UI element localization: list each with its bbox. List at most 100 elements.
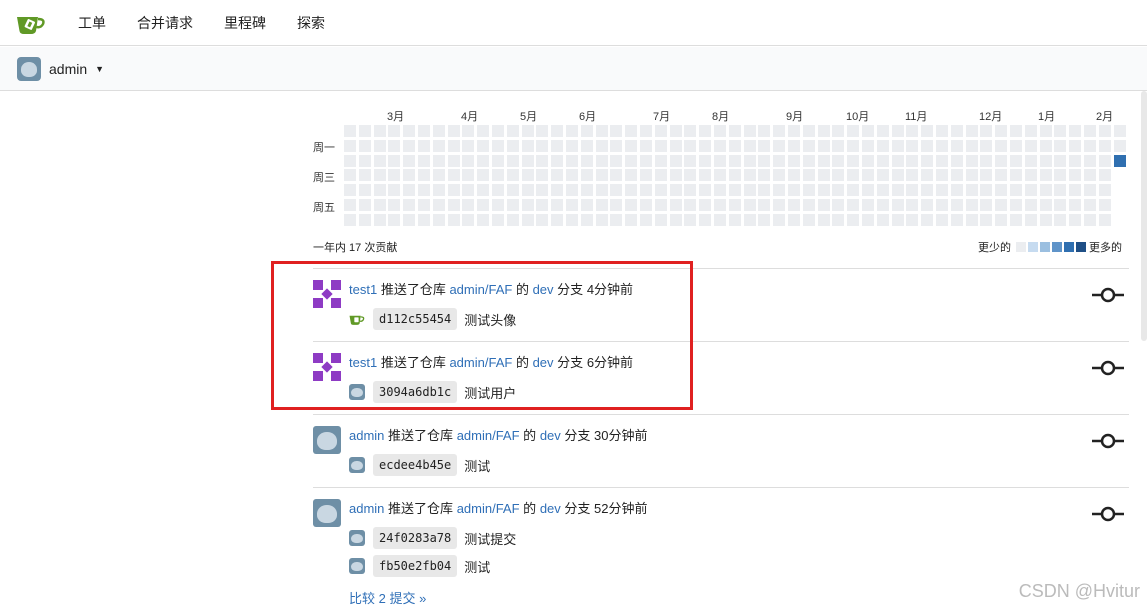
heatmap-cell[interactable] xyxy=(1084,154,1096,167)
heatmap-cell[interactable] xyxy=(1084,199,1096,211)
heatmap-cell[interactable] xyxy=(788,139,800,152)
heatmap-cell[interactable] xyxy=(862,125,874,137)
heatmap-cell[interactable] xyxy=(714,139,726,152)
heatmap-cell[interactable] xyxy=(403,154,416,167)
heatmap-cell[interactable] xyxy=(506,139,519,152)
heatmap-cell[interactable] xyxy=(1039,125,1052,137)
heatmap-cell[interactable] xyxy=(817,154,830,167)
heatmap-cell[interactable] xyxy=(358,139,371,152)
heatmap-cell[interactable] xyxy=(625,184,638,197)
gitea-logo-icon[interactable] xyxy=(16,11,46,35)
heatmap-cell[interactable] xyxy=(551,154,564,167)
heatmap-cell[interactable] xyxy=(432,169,445,182)
heatmap-cell[interactable] xyxy=(373,199,386,211)
heatmap-cell[interactable] xyxy=(965,184,978,197)
heatmap-cell[interactable] xyxy=(773,154,786,167)
heatmap-cell[interactable] xyxy=(595,169,608,182)
user-link[interactable]: test1 xyxy=(349,355,377,370)
heatmap-cell[interactable] xyxy=(684,184,697,197)
heatmap-cell[interactable] xyxy=(388,213,401,226)
heatmap-cell[interactable] xyxy=(876,154,889,167)
repo-link[interactable]: admin/FAF xyxy=(457,501,520,516)
heatmap-cell[interactable] xyxy=(477,199,490,211)
heatmap-cell[interactable] xyxy=(418,139,430,152)
heatmap-cell[interactable] xyxy=(1098,139,1111,152)
heatmap-cell[interactable] xyxy=(566,199,578,211)
heatmap-cell[interactable] xyxy=(1069,125,1082,137)
heatmap-cell[interactable] xyxy=(921,213,934,226)
heatmap-cell[interactable] xyxy=(595,154,608,167)
heatmap-cell[interactable] xyxy=(418,125,430,137)
heatmap-cell[interactable] xyxy=(595,125,608,137)
heatmap-cell[interactable] xyxy=(506,199,519,211)
heatmap-cell[interactable] xyxy=(891,154,904,167)
heatmap-cell[interactable] xyxy=(832,169,845,182)
heatmap-cell[interactable] xyxy=(965,169,978,182)
heatmap-cell[interactable] xyxy=(358,154,371,167)
heatmap-cell[interactable] xyxy=(980,199,993,211)
heatmap-cell[interactable] xyxy=(1054,154,1067,167)
heatmap-cell[interactable] xyxy=(640,184,652,197)
heatmap-cell[interactable] xyxy=(536,169,549,182)
heatmap-cell[interactable] xyxy=(847,154,860,167)
commit-sha-link[interactable]: 24f0283a78 xyxy=(373,527,458,549)
heatmap-cell[interactable] xyxy=(995,169,1008,182)
heatmap-cell[interactable] xyxy=(610,213,623,226)
heatmap-cell[interactable] xyxy=(714,213,726,226)
heatmap-cell[interactable] xyxy=(699,125,712,137)
heatmap-cell[interactable] xyxy=(625,154,638,167)
heatmap-cell[interactable] xyxy=(832,139,845,152)
heatmap-cell[interactable] xyxy=(802,125,815,137)
heatmap-cell[interactable] xyxy=(669,184,682,197)
heatmap-cell[interactable] xyxy=(388,125,401,137)
heatmap-cell[interactable] xyxy=(640,213,652,226)
heatmap-cell[interactable] xyxy=(980,213,993,226)
avatar[interactable] xyxy=(313,353,341,381)
heatmap-cell[interactable] xyxy=(1098,169,1111,182)
heatmap-cell[interactable] xyxy=(625,139,638,152)
heatmap-cell[interactable] xyxy=(610,199,623,211)
heatmap-cell[interactable] xyxy=(906,139,919,152)
heatmap-cell[interactable] xyxy=(1069,184,1082,197)
heatmap-cell[interactable] xyxy=(743,213,756,226)
heatmap-cell[interactable] xyxy=(536,139,549,152)
heatmap-cell[interactable] xyxy=(699,154,712,167)
heatmap-cell[interactable] xyxy=(654,213,667,226)
heatmap-cell[interactable] xyxy=(358,184,371,197)
heatmap-cell[interactable] xyxy=(625,199,638,211)
heatmap-cell[interactable] xyxy=(551,125,564,137)
heatmap-cell[interactable] xyxy=(625,125,638,137)
heatmap-cell[interactable] xyxy=(862,213,874,226)
heatmap-cell[interactable] xyxy=(1054,169,1067,182)
heatmap-cell[interactable] xyxy=(862,199,874,211)
heatmap-cell[interactable] xyxy=(980,154,993,167)
heatmap-cell[interactable] xyxy=(654,125,667,137)
heatmap-cell[interactable] xyxy=(684,125,697,137)
heatmap-cell[interactable] xyxy=(773,213,786,226)
heatmap-cell[interactable] xyxy=(1054,125,1067,137)
heatmap-cell[interactable] xyxy=(580,125,593,137)
heatmap-cell[interactable] xyxy=(521,154,534,167)
heatmap-cell[interactable] xyxy=(388,154,401,167)
heatmap-cell[interactable] xyxy=(1113,139,1126,152)
heatmap-cell[interactable] xyxy=(1024,169,1037,182)
heatmap-cell[interactable] xyxy=(447,213,460,226)
heatmap-cell[interactable] xyxy=(669,199,682,211)
heatmap-cell[interactable] xyxy=(876,139,889,152)
heatmap-cell[interactable] xyxy=(1113,125,1126,137)
heatmap-cell[interactable] xyxy=(1024,213,1037,226)
heatmap-cell[interactable] xyxy=(403,213,416,226)
heatmap-cell[interactable] xyxy=(373,184,386,197)
heatmap-cell[interactable] xyxy=(669,139,682,152)
heatmap-cell[interactable] xyxy=(743,125,756,137)
heatmap-cell[interactable] xyxy=(847,184,860,197)
heatmap-cell[interactable] xyxy=(418,184,430,197)
heatmap-cell[interactable] xyxy=(995,184,1008,197)
heatmap-cell[interactable] xyxy=(492,199,504,211)
heatmap-cell[interactable] xyxy=(728,125,741,137)
heatmap-cell[interactable] xyxy=(1010,184,1022,197)
heatmap-cell[interactable] xyxy=(1010,169,1022,182)
heatmap-cell[interactable] xyxy=(773,139,786,152)
heatmap-cell[interactable] xyxy=(654,184,667,197)
repo-link[interactable]: admin/FAF xyxy=(457,428,520,443)
